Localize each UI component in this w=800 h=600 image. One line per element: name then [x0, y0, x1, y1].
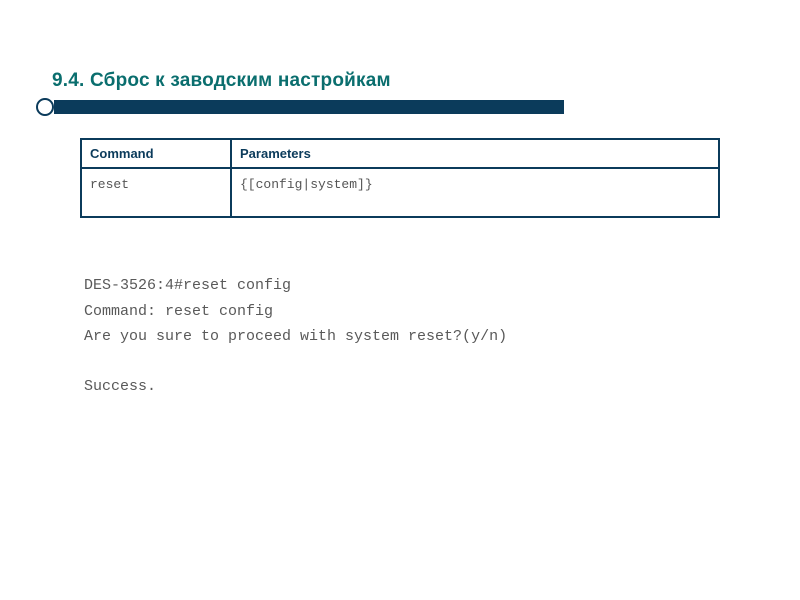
page-title: 9.4. Сброс к заводским настройкам — [52, 70, 750, 92]
underline-bar — [54, 100, 564, 114]
header-command: Command — [81, 139, 231, 168]
cell-parameters: {[config|system]} — [231, 168, 719, 217]
terminal-line: Success. — [84, 374, 750, 400]
terminal-blank-line — [84, 350, 750, 374]
table-row: reset {[config|system]} — [81, 168, 719, 217]
title-underline — [50, 100, 750, 118]
terminal-output: DES-3526:4#reset config Command: reset c… — [84, 273, 750, 399]
table-header-row: Command Parameters — [81, 139, 719, 168]
terminal-line: DES-3526:4#reset config — [84, 273, 750, 299]
command-table: Command Parameters reset {[config|system… — [80, 138, 720, 218]
terminal-line: Command: reset config — [84, 299, 750, 325]
cell-command: reset — [81, 168, 231, 217]
slide-content: 9.4. Сброс к заводским настройкам Comman… — [0, 0, 800, 600]
header-parameters: Parameters — [231, 139, 719, 168]
underline-dot-icon — [36, 98, 54, 116]
terminal-line: Are you sure to proceed with system rese… — [84, 324, 750, 350]
